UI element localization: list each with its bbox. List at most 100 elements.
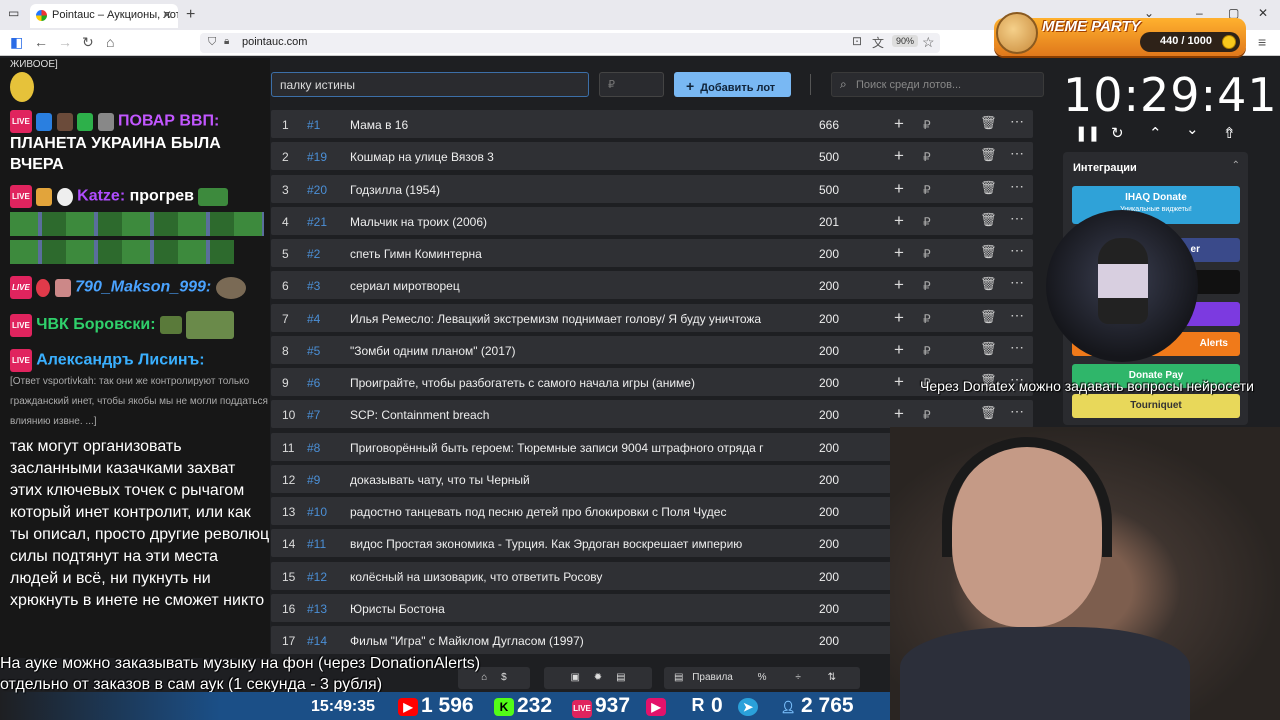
more-options-icon[interactable]: ⋯ (1010, 403, 1024, 420)
lot-amount[interactable]: 200 (819, 570, 839, 584)
add-amount-icon[interactable]: + (894, 243, 904, 263)
delete-lot-icon[interactable]: 🗑︎ (980, 341, 997, 357)
ruble-icon[interactable]: ₽ (923, 312, 931, 326)
lot-id[interactable]: #12 (307, 570, 327, 584)
pause-icon[interactable]: ❚❚ (1075, 124, 1100, 142)
lot-amount[interactable]: 200 (819, 376, 839, 390)
lot-amount[interactable]: 500 (819, 150, 839, 164)
lot-id[interactable]: #7 (307, 408, 320, 422)
add-amount-icon[interactable]: + (894, 372, 904, 392)
lot-name[interactable]: Приговорённый быть героем: Тюремные запи… (350, 441, 790, 455)
lot-row[interactable]: 4 #21 Мальчик на троих (2006) 201 + ₽ 🗑︎ ⋯ (271, 206, 1033, 235)
ruble-icon[interactable]: ₽ (923, 215, 931, 229)
delete-lot-icon[interactable]: 🗑︎ (980, 276, 997, 292)
lot-row[interactable]: 5 #2 спеть Гимн Коминтерна 200 + ₽ 🗑︎ ⋯ (271, 239, 1033, 267)
add-lot-button[interactable]: + Добавить лот (674, 72, 791, 97)
lot-id[interactable]: #19 (307, 150, 327, 164)
lot-id[interactable]: #13 (307, 602, 327, 616)
lot-name-input[interactable]: палку истины (271, 72, 589, 97)
lot-amount[interactable]: 666 (819, 118, 839, 132)
delete-lot-icon[interactable]: 🗑︎ (980, 309, 997, 325)
lot-id[interactable]: #14 (307, 634, 327, 648)
lot-name[interactable]: Фильм "Игра" с Майклом Дугласом (1997) (350, 634, 790, 648)
lot-amount[interactable]: 200 (819, 634, 839, 648)
new-tab-icon[interactable]: + (186, 6, 195, 24)
more-options-icon[interactable]: ⋯ (1010, 242, 1024, 259)
lot-name[interactable]: Годзилла (1954) (350, 183, 790, 197)
delete-lot-icon[interactable]: 🗑︎ (980, 115, 997, 131)
tab-list-icon[interactable]: ▭ (8, 6, 19, 20)
lot-sum-input[interactable]: ₽ (599, 72, 664, 97)
percent-button[interactable]: % (758, 672, 767, 683)
lot-name[interactable]: Илья Ремесло: Левацкий экстремизм подним… (350, 312, 790, 326)
menu-icon[interactable]: ≡ (1258, 34, 1266, 50)
tourniquet-button[interactable]: Tourniquet (1072, 394, 1240, 418)
ruble-icon[interactable]: ₽ (923, 150, 931, 164)
lot-name[interactable]: колёсный на шизоварик, что ответить Росо… (350, 570, 790, 584)
lot-row[interactable]: 1 #1 Мама в 16 666 + ₽ 🗑︎ ⋯ (271, 110, 1033, 138)
reload-icon[interactable]: ↻ (82, 34, 94, 51)
lot-name[interactable]: доказывать чату, что ты Черный (350, 473, 790, 487)
lot-amount[interactable]: 200 (819, 537, 839, 551)
lot-amount[interactable]: 201 (819, 215, 839, 229)
lot-amount[interactable]: 500 (819, 183, 839, 197)
more-options-icon[interactable]: ⋯ (1010, 339, 1024, 356)
lot-name[interactable]: Проиграйте, чтобы разбогатеть с самого н… (350, 376, 790, 390)
ruble-icon[interactable]: ₽ (923, 118, 931, 132)
lot-search-input[interactable]: ⌕ Поиск среди лотов... (831, 72, 1044, 97)
lot-row[interactable]: 9 #6 Проиграйте, чтобы разбогатеть с самог… (271, 368, 1033, 396)
add-amount-icon[interactable]: + (894, 404, 904, 424)
delete-lot-icon[interactable]: 🗑︎ (980, 244, 997, 260)
translate-icon[interactable]: 文 (872, 34, 884, 51)
add-amount-icon[interactable]: + (894, 308, 904, 328)
rules-button[interactable]: Правила (692, 672, 733, 683)
lot-id[interactable]: #9 (307, 473, 320, 487)
home-icon[interactable]: ⌂ (106, 34, 114, 50)
chevron-up-icon[interactable]: ⌃ (1232, 160, 1240, 171)
lot-name[interactable]: Мальчик на троих (2006) (350, 215, 790, 229)
lot-id[interactable]: #11 (307, 537, 326, 551)
lot-id[interactable]: #20 (307, 183, 327, 197)
lot-id[interactable]: #4 (307, 312, 320, 326)
more-options-icon[interactable]: ⋯ (1010, 210, 1024, 227)
tools-group[interactable]: ▣ ✹ ▤ (544, 667, 652, 689)
lot-row[interactable]: 7 #4 Илья Ремесло: Левацкий экстремизм под… (271, 303, 1033, 332)
lot-amount[interactable]: 200 (819, 247, 839, 261)
lot-name[interactable]: SCP: Containment breach (350, 408, 790, 422)
lot-id[interactable]: #8 (307, 441, 320, 455)
lot-amount[interactable]: 200 (819, 602, 839, 616)
lot-name[interactable]: Кошмар на улице Вязов 3 (350, 150, 790, 164)
lot-name[interactable]: "Зомби одним планом" (2017) (350, 344, 790, 358)
lot-amount[interactable]: 200 (819, 408, 839, 422)
back-icon[interactable]: ← (34, 34, 48, 50)
lot-amount[interactable]: 200 (819, 344, 839, 358)
delete-lot-icon[interactable]: 🗑︎ (980, 405, 997, 421)
lot-name[interactable]: видос Простая экономика - Турция. Как Эр… (350, 537, 790, 551)
lot-name[interactable]: радостно танцевать под песню детей про б… (350, 505, 790, 519)
ruble-icon[interactable]: ₽ (923, 408, 931, 422)
chevron-down-icon[interactable]: ⌄ (1186, 120, 1199, 138)
close-window-icon[interactable]: ✕ (1258, 6, 1268, 20)
lot-amount[interactable]: 200 (819, 279, 839, 293)
sidebar-icon[interactable]: ◧ (10, 34, 23, 51)
lot-row[interactable]: 8 #5 "Зомби одним планом" (2017) 200 + ₽ 🗑︎ ⋯ (271, 335, 1033, 364)
sort-icon[interactable]: ⇅ (828, 672, 836, 683)
add-amount-icon[interactable]: + (894, 211, 904, 231)
double-chevron-up-icon[interactable]: ⇮ (1223, 124, 1236, 142)
lot-id[interactable]: #6 (307, 376, 320, 390)
lot-name[interactable]: спеть Гимн Коминтерна (350, 247, 790, 261)
lot-name[interactable]: Мама в 16 (350, 118, 790, 132)
ruble-icon[interactable]: ₽ (923, 247, 931, 261)
ruble-icon[interactable]: ₽ (923, 344, 931, 358)
bookmark-star-icon[interactable]: ☆ (922, 34, 935, 51)
lot-row[interactable]: 10 #7 SCP: Containment breach 200 + ₽ 🗑︎ ⋯ (271, 400, 1033, 429)
close-tab-icon[interactable]: ✕ (162, 8, 172, 22)
delete-lot-icon[interactable]: 🗑︎ (980, 212, 997, 228)
more-options-icon[interactable]: ⋯ (1010, 178, 1024, 195)
lot-id[interactable]: #2 (307, 247, 320, 261)
lot-id[interactable]: #3 (307, 279, 320, 293)
more-options-icon[interactable]: ⋯ (1010, 307, 1024, 324)
lot-row[interactable]: 2 #19 Кошмар на улице Вязов 3 500 + ₽ 🗑︎ ⋯ (271, 142, 1033, 171)
chevron-up-icon[interactable]: ⌃ (1149, 124, 1162, 142)
lot-id[interactable]: #10 (307, 505, 327, 519)
